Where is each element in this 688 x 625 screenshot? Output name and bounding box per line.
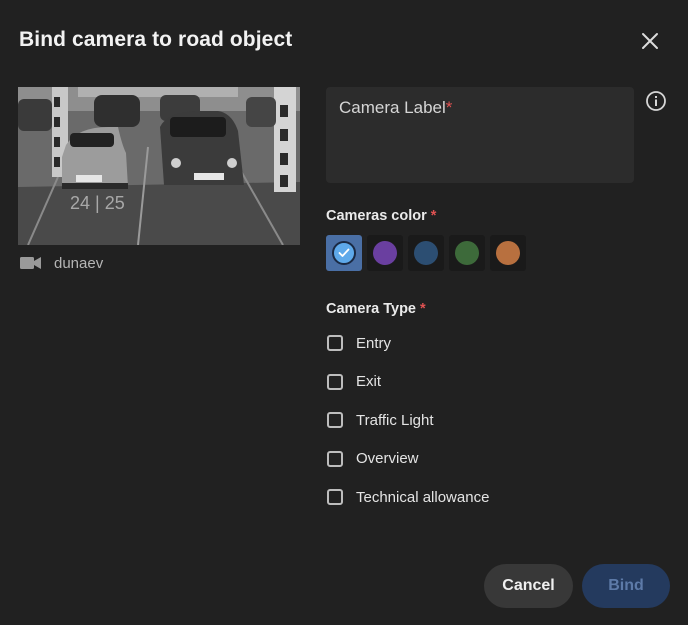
camera-label-label: Camera Label* (339, 98, 453, 117)
checkbox-technical-allowance[interactable]: Technical allowance (326, 487, 489, 507)
floor-marking: 24 | 25 (70, 193, 125, 213)
camera-name: dunaev (54, 254, 104, 272)
info-button[interactable] (645, 90, 667, 112)
cameras-color-title: Cameras color * (326, 208, 437, 224)
camera-type-title: Camera Type * (326, 301, 426, 317)
info-icon (646, 91, 666, 111)
video-camera-icon (20, 257, 41, 269)
color-dot (414, 241, 438, 265)
camera-preview-image: 24 | 25 (18, 87, 300, 245)
color-swatch-purple[interactable] (367, 235, 403, 271)
dialog-title: Bind camera to road object (19, 28, 293, 51)
checkmark-icon (338, 248, 350, 257)
camera-type-options: Entry Exit Traffic Light Overview Techni… (326, 333, 489, 526)
close-button[interactable] (636, 27, 664, 55)
color-swatch-navy[interactable] (408, 235, 444, 271)
color-dot (455, 241, 479, 265)
color-dot (332, 241, 356, 265)
required-mark: * (420, 301, 426, 317)
color-dot (373, 241, 397, 265)
checkbox-label: Overview (356, 450, 419, 467)
close-icon (642, 33, 658, 49)
checkbox-box[interactable] (327, 412, 343, 428)
checkbox-exit[interactable]: Exit (326, 372, 489, 392)
bind-button[interactable]: Bind (582, 564, 670, 608)
color-swatches (326, 235, 526, 271)
required-mark: * (430, 208, 437, 224)
checkbox-label: Technical allowance (356, 488, 490, 506)
checkbox-entry[interactable]: Entry (326, 333, 489, 353)
checkbox-overview[interactable]: Overview (326, 449, 489, 469)
checkbox-traffic-light[interactable]: Traffic Light (326, 410, 489, 430)
camera-label-field[interactable]: Camera Label* (326, 87, 634, 183)
color-swatch-orange[interactable] (490, 235, 526, 271)
checkbox-label: Entry (356, 334, 392, 352)
cancel-button[interactable]: Cancel (484, 564, 573, 608)
checkbox-label: Traffic Light (356, 411, 434, 429)
color-swatch-blue[interactable] (326, 235, 362, 271)
checkbox-box[interactable] (327, 489, 343, 505)
checkbox-box[interactable] (327, 373, 343, 390)
checkbox-box[interactable] (327, 450, 343, 467)
color-dot (496, 241, 520, 265)
bind-camera-dialog: Bind camera to road object 24 | 25 dunae… (0, 0, 688, 625)
camera-name-row: dunaev (20, 252, 103, 274)
camera-preview: 24 | 25 (18, 87, 300, 245)
color-swatch-green[interactable] (449, 235, 485, 271)
required-mark: * (445, 98, 453, 117)
checkbox-box[interactable] (327, 335, 343, 351)
checkbox-label: Exit (356, 373, 382, 390)
